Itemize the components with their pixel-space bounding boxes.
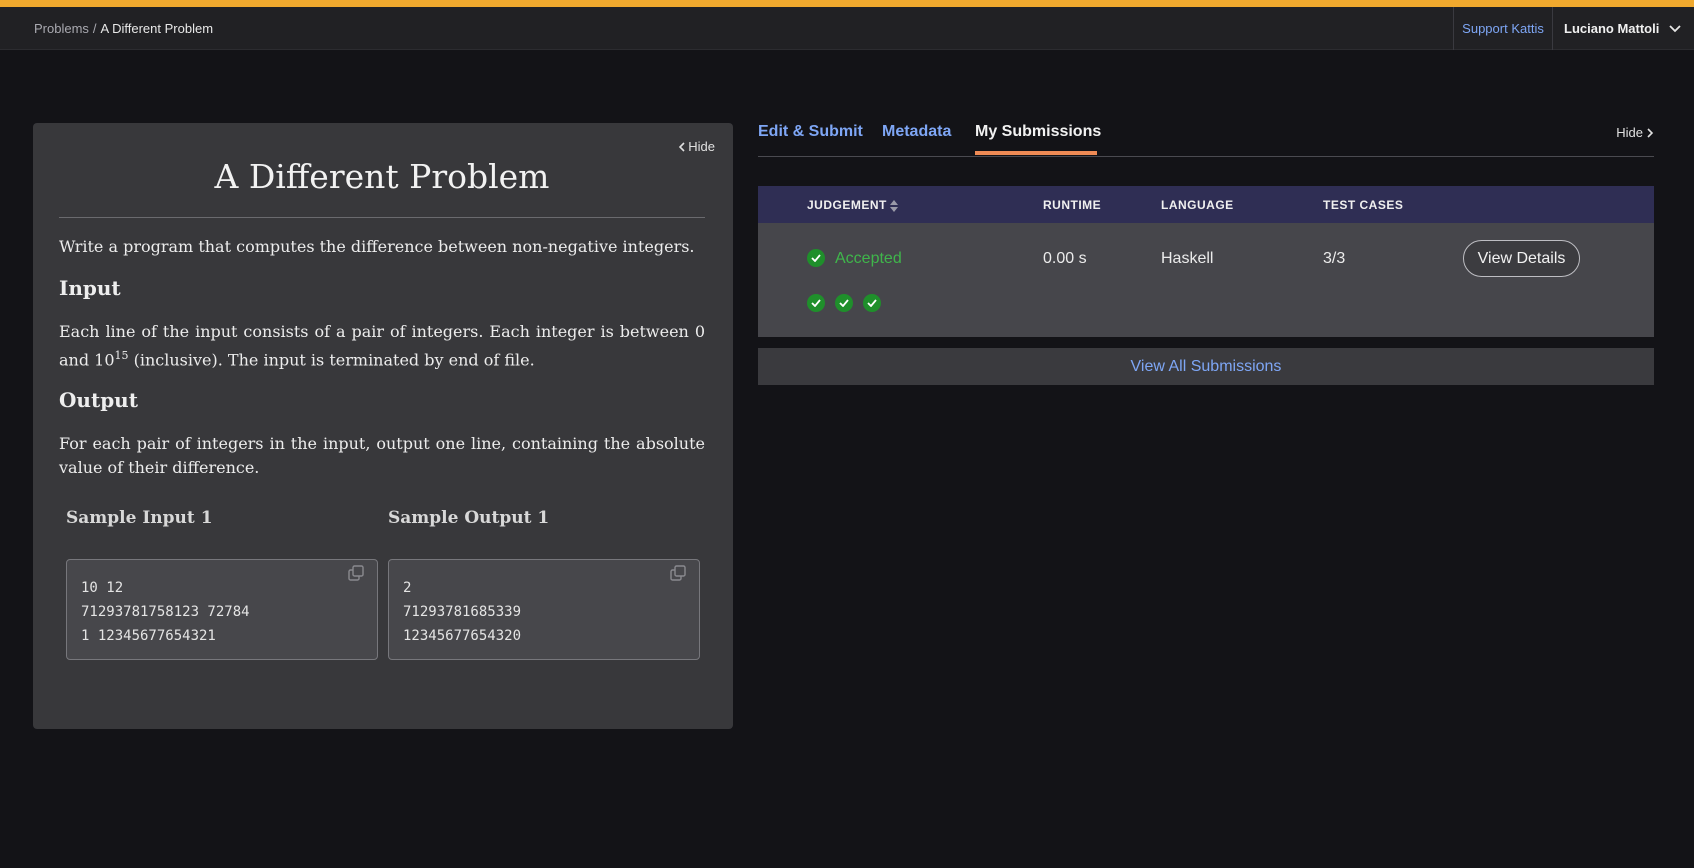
sample-output-line: 71293781685339: [403, 604, 522, 620]
top-accent-stripe: [0, 0, 1694, 7]
view-all-submissions-button[interactable]: View All Submissions: [758, 348, 1654, 385]
sample-input-box: 10 12 71293781758123 72784 1 12345677654…: [66, 559, 378, 660]
problem-intro: Write a program that computes the differ…: [59, 237, 695, 256]
sample-input-heading: Sample Input 1: [66, 508, 213, 528]
user-name: Luciano Mattoli: [1564, 21, 1660, 36]
runtime-value: 0.00 s: [1043, 250, 1087, 267]
judgement-status: Accepted: [835, 250, 902, 267]
test-cases-value: 3/3: [1323, 250, 1346, 267]
user-menu[interactable]: Luciano Mattoli: [1554, 7, 1694, 50]
column-header-runtime: RUNTIME: [1043, 198, 1102, 212]
problem-statement-panel: Hide A Different Problem Write a program…: [33, 123, 733, 729]
table-header: JUDGEMENT RUNTIME LANGUAGE TEST CASES: [758, 186, 1654, 223]
sort-icon: [889, 199, 898, 212]
breadcrumb-separator: /: [92, 21, 97, 36]
problem-title: A Different Problem: [214, 157, 550, 196]
hide-label: Hide: [1616, 125, 1643, 140]
hide-sidebar-button[interactable]: Hide: [1616, 125, 1654, 140]
output-description: For each pair of integers in the input, …: [59, 434, 705, 477]
test-case-check-icon: [807, 294, 825, 312]
tab-edit-submit[interactable]: Edit & Submit: [758, 123, 863, 141]
submission-tabs: Edit & Submit Metadata My Submissions Hi…: [758, 113, 1654, 157]
output-heading: Output: [59, 388, 138, 412]
chevron-down-icon: [1669, 24, 1681, 32]
chevron-left-icon: [679, 141, 685, 152]
hide-problem-button[interactable]: Hide: [678, 139, 715, 154]
column-header-judgement[interactable]: JUDGEMENT: [807, 198, 898, 212]
sample-input-line: 10 12: [81, 580, 124, 596]
hide-label: Hide: [688, 139, 715, 154]
chevron-right-icon: [1647, 127, 1654, 138]
input-heading: Input: [59, 276, 121, 300]
top-navbar: Problems / A Different Problem Support Kat…: [0, 7, 1694, 50]
breadcrumb-current: A Different Problem: [100, 21, 214, 36]
title-divider: [59, 217, 705, 218]
language-value: Haskell: [1161, 250, 1214, 267]
copy-icon[interactable]: [670, 565, 687, 582]
active-tab-indicator: [975, 151, 1097, 155]
tab-metadata[interactable]: Metadata: [882, 123, 951, 141]
breadcrumb: Problems / A Different Problem: [34, 21, 213, 36]
sample-input-line: 1 12345677654321: [81, 628, 216, 644]
support-kattis-link[interactable]: Support Kattis: [1453, 7, 1553, 50]
breadcrumb-problems-link[interactable]: Problems: [34, 21, 89, 36]
column-header-language: LANGUAGE: [1161, 198, 1234, 212]
sample-output-box: 2 71293781685339 12345677654320: [388, 559, 700, 660]
test-case-check-icon: [835, 294, 853, 312]
column-header-test-cases: TEST CASES: [1323, 198, 1404, 212]
check-icon: [807, 249, 825, 267]
sample-input-line: 71293781758123 72784: [81, 604, 250, 620]
copy-icon[interactable]: [348, 565, 365, 582]
tab-my-submissions[interactable]: My Submissions: [975, 123, 1101, 141]
sample-output-line: 12345677654320: [403, 628, 522, 644]
submissions-table: JUDGEMENT RUNTIME LANGUAGE TEST CASES Ac…: [758, 186, 1654, 337]
test-case-check-icon: [863, 294, 881, 312]
view-details-button[interactable]: View Details: [1463, 240, 1580, 277]
input-description: Each line of the input consists of a pai…: [59, 322, 705, 370]
sample-output-line: 2: [403, 580, 412, 596]
sample-output-heading: Sample Output 1: [388, 508, 550, 528]
